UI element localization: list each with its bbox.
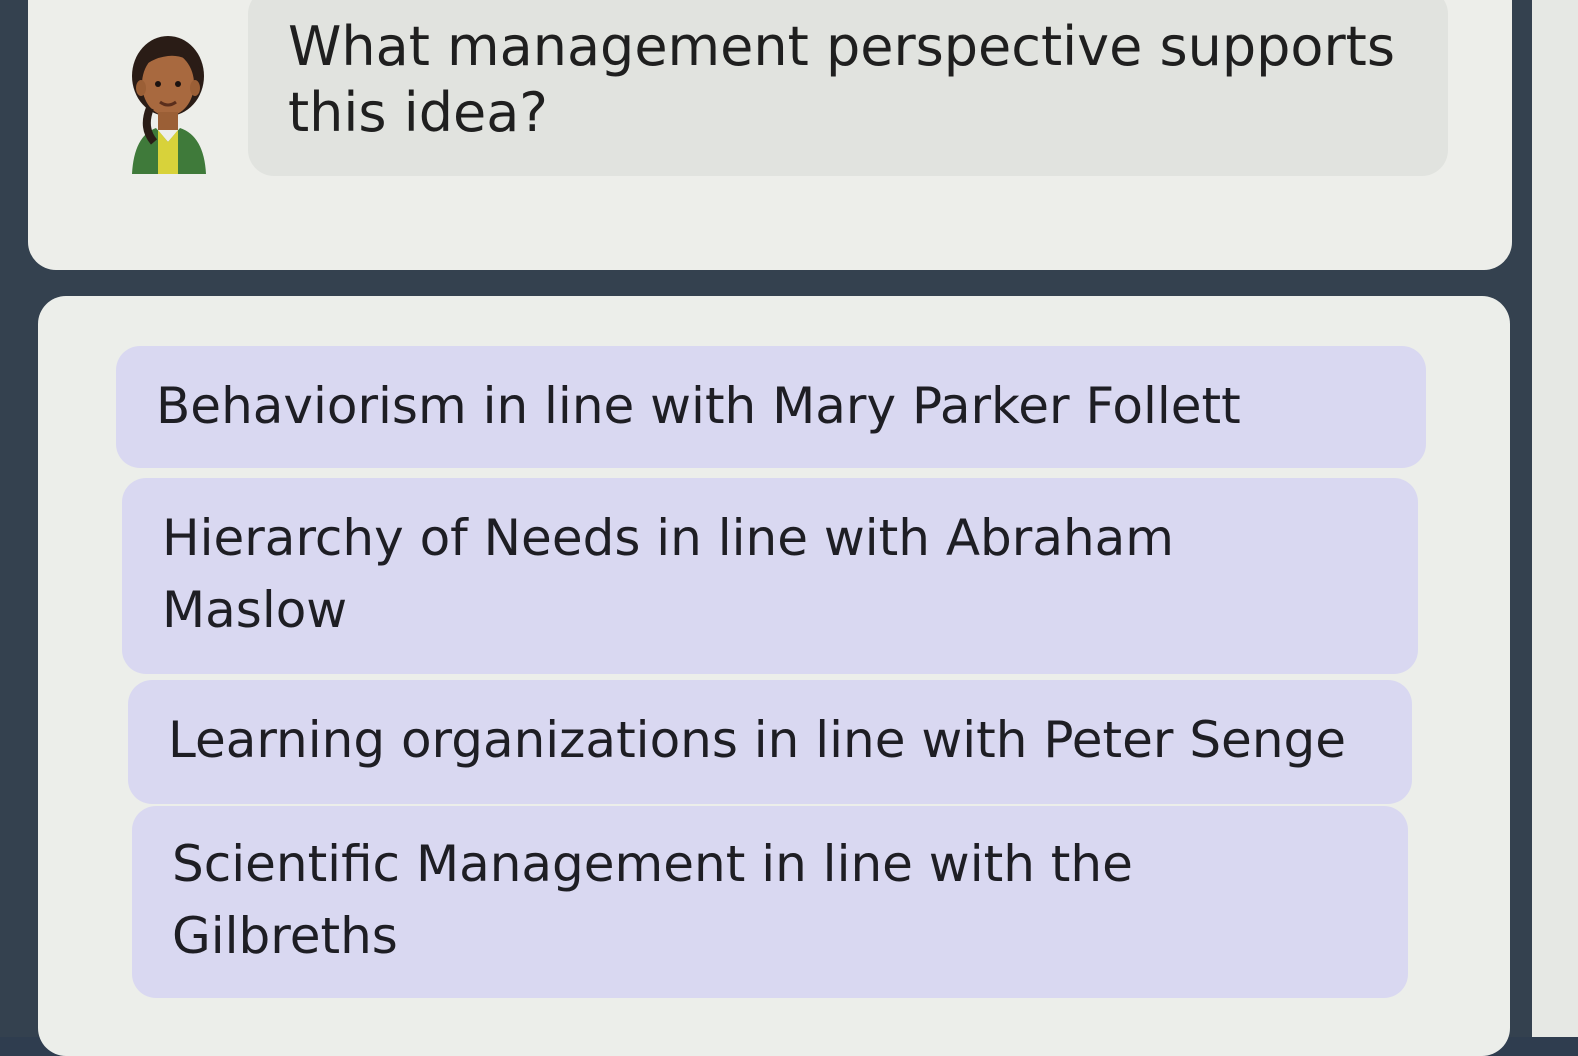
question-bubble: What management perspective supports thi…: [248, 0, 1448, 176]
option-label: Scientific Management in line with the G…: [172, 835, 1133, 965]
question-card: What management perspective supports thi…: [28, 0, 1512, 270]
option-label: Learning organizations in line with Pete…: [168, 711, 1347, 769]
option-learning-organizations[interactable]: Learning organizations in line with Pete…: [128, 680, 1412, 804]
right-bezel: [1532, 0, 1578, 1037]
option-behaviorism[interactable]: Behaviorism in line with Mary Parker Fol…: [116, 346, 1426, 468]
screen: What management perspective supports thi…: [0, 0, 1578, 1056]
option-label: Behaviorism in line with Mary Parker Fol…: [156, 377, 1241, 435]
option-hierarchy-of-needs[interactable]: Hierarchy of Needs in line with Abraham …: [122, 478, 1418, 674]
tutor-avatar-icon: [128, 32, 212, 174]
question-text: What management perspective supports thi…: [288, 15, 1395, 144]
option-scientific-management[interactable]: Scientific Management in line with the G…: [132, 806, 1408, 998]
option-label: Hierarchy of Needs in line with Abraham …: [162, 509, 1175, 639]
